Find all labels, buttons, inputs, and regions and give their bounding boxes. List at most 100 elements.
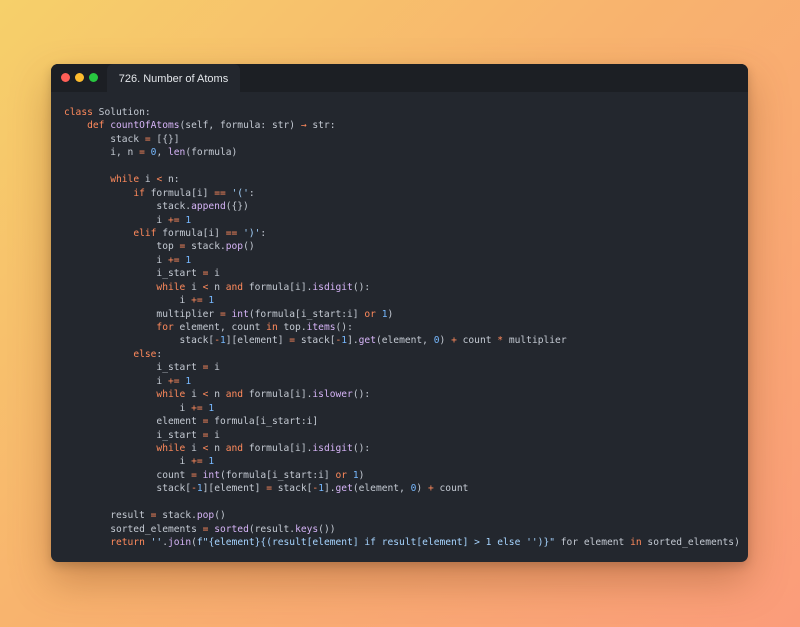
- code-token: (element,: [375, 335, 434, 347]
- code-token: top.: [277, 322, 307, 333]
- code-token: '': [150, 537, 163, 548]
- code-token: (formula): [185, 147, 238, 159]
- code-line: i += 1: [64, 375, 740, 388]
- code-token: class: [64, 107, 93, 118]
- code-token: count: [64, 469, 192, 481]
- code-token: for: [156, 322, 174, 333]
- code-line: i += 1: [64, 402, 740, 415]
- code-token: ,: [156, 147, 168, 159]
- code-token: keys: [295, 523, 319, 535]
- code-token: i_start: [64, 268, 203, 280]
- code-token: i, n: [64, 147, 140, 159]
- code-token: def: [87, 120, 105, 132]
- code-line: count = int(formula[i_start:i] or 1): [64, 469, 740, 482]
- code-token: 1: [185, 214, 192, 226]
- code-line: for element, count in top.items():: [64, 321, 740, 334]
- code-token: in: [266, 322, 278, 333]
- code-line: i += 1: [64, 254, 740, 267]
- code-token: len: [168, 147, 186, 159]
- code-token: sorted: [214, 523, 249, 535]
- code-token: str:: [306, 120, 336, 132]
- close-window-button[interactable]: [61, 73, 70, 82]
- code-token: while: [156, 281, 186, 293]
- file-tab[interactable]: 726. Number of Atoms: [107, 64, 240, 92]
- code-token: '(': [231, 187, 249, 199]
- code-token: count: [456, 335, 498, 347]
- code-token: join: [168, 537, 192, 548]
- code-token: stack.: [185, 241, 226, 253]
- code-token: while: [156, 389, 186, 401]
- code-token: and: [225, 442, 244, 454]
- code-token: isdigit: [312, 442, 353, 454]
- code-token: ():: [335, 322, 353, 333]
- code-token: ():: [352, 442, 371, 454]
- code-line: stack[-1][element] = stack[-1].get(eleme…: [64, 482, 740, 495]
- code-token: int: [202, 469, 220, 481]
- code-window: 726. Number of Atoms class Solution: def…: [51, 64, 748, 562]
- code-token: and: [225, 281, 244, 293]
- code-token: stack[: [64, 335, 215, 347]
- code-line: stack.append({}): [64, 200, 740, 213]
- code-token: i: [208, 362, 220, 374]
- code-token: i: [64, 295, 192, 307]
- code-token: countOfAtoms: [110, 120, 180, 132]
- code-token: sorted_elements: [64, 523, 203, 535]
- code-token: formula[i_start:i]: [208, 416, 319, 428]
- code-token: 1: [208, 402, 215, 414]
- code-token: ()): [318, 523, 336, 535]
- code-line: i += 1: [64, 214, 740, 227]
- code-token: islower: [312, 389, 353, 401]
- code-token: i: [139, 174, 157, 186]
- code-token: and: [225, 389, 244, 401]
- code-token: i: [64, 456, 192, 468]
- code-line: while i < n and formula[i].islower():: [64, 388, 740, 401]
- code-line: sorted_elements = sorted(result.keys()): [64, 523, 740, 536]
- code-token: ].: [347, 335, 359, 347]
- code-token: append: [191, 201, 226, 213]
- code-token: (self, formula: str): [179, 120, 301, 132]
- code-token: i_start: [64, 362, 203, 374]
- code-token: multiplier: [503, 335, 567, 347]
- code-line: elif formula[i] == ')':: [64, 227, 740, 240]
- code-token: element: [64, 416, 203, 428]
- code-editor[interactable]: class Solution: def countOfAtoms(self, f…: [64, 106, 740, 549]
- code-token: 1: [185, 254, 192, 266]
- code-token: pop: [196, 510, 215, 522]
- code-token: formula[i].: [243, 281, 313, 293]
- code-token: ():: [352, 389, 371, 401]
- code-token: ): [439, 335, 452, 347]
- code-token: stack.: [156, 510, 197, 522]
- code-token: for element: [555, 537, 631, 548]
- code-token: n: [208, 281, 226, 293]
- code-token: if: [133, 187, 145, 199]
- code-token: ): [387, 308, 394, 320]
- code-token: ][element]: [202, 483, 267, 495]
- code-token: formula[i].: [243, 442, 313, 454]
- code-token: result: [64, 510, 151, 522]
- code-token: count: [433, 483, 469, 495]
- code-token: (formula[i_start:i]: [248, 308, 365, 320]
- code-token: i: [208, 268, 220, 280]
- code-token: return: [110, 537, 145, 548]
- code-token: i: [64, 402, 192, 414]
- code-token: ): [358, 469, 365, 481]
- code-token: i: [64, 214, 168, 226]
- maximize-window-button[interactable]: [89, 73, 98, 82]
- code-token: stack[: [64, 483, 192, 495]
- minimize-window-button[interactable]: [75, 73, 84, 82]
- code-token: +=: [167, 214, 180, 226]
- code-line: if formula[i] == '(':: [64, 187, 740, 200]
- code-token: :: [248, 187, 255, 199]
- code-token: (): [243, 241, 255, 253]
- code-token: stack[: [295, 335, 336, 347]
- code-token: +=: [191, 295, 203, 307]
